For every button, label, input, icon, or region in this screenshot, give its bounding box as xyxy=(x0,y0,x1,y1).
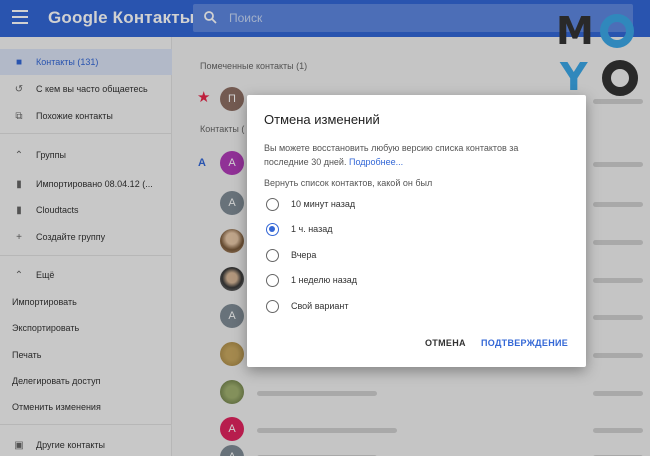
radio-label: 1 неделю назад xyxy=(291,275,358,285)
radio-button[interactable] xyxy=(266,197,279,211)
dialog-description: Вы можете восстановить любую версию спис… xyxy=(264,141,564,169)
radio-button[interactable] xyxy=(266,273,279,287)
radio-label: Вчера xyxy=(291,250,317,260)
radio-label: 1 ч. назад xyxy=(291,224,333,234)
radio-option-1-week[interactable]: 1 неделю назад xyxy=(266,272,357,288)
confirm-button[interactable]: ПОДТВЕРЖДЕНИЕ xyxy=(481,338,568,348)
undo-changes-dialog: Отмена изменений Вы можете восстановить … xyxy=(247,95,586,367)
cancel-button[interactable]: ОТМЕНА xyxy=(425,338,466,348)
dialog-title: Отмена изменений xyxy=(264,112,380,127)
radio-button[interactable] xyxy=(266,299,279,313)
radio-label: Свой вариант xyxy=(291,301,349,311)
radio-option-1-hour[interactable]: 1 ч. назад xyxy=(266,221,332,237)
radio-option-yesterday[interactable]: Вчера xyxy=(266,247,316,263)
radio-label: 10 минут назад xyxy=(291,199,356,209)
radio-button[interactable] xyxy=(266,248,279,262)
learn-more-link[interactable]: Подробнее... xyxy=(349,157,403,167)
radio-option-custom[interactable]: Свой вариант xyxy=(266,298,349,314)
radio-button-checked[interactable] xyxy=(266,222,279,236)
dialog-subtitle: Вернуть список контактов, какой он был xyxy=(264,178,433,188)
radio-option-10-min[interactable]: 10 минут назад xyxy=(266,196,355,212)
